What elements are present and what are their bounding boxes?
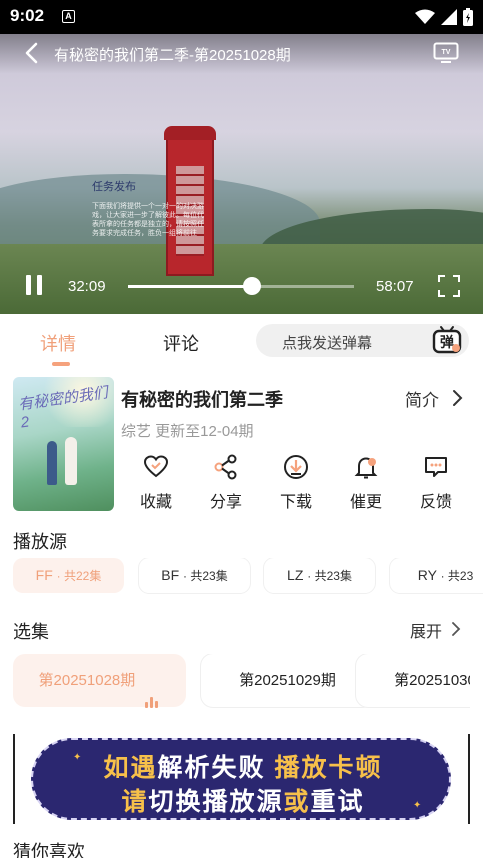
chevron-right-icon[interactable]	[451, 389, 463, 407]
banner-edge	[13, 734, 15, 824]
battery-icon	[463, 8, 473, 26]
favorite-label: 收藏	[139, 494, 172, 511]
source-section-title: 播放源	[13, 532, 67, 552]
pause-button[interactable]	[24, 275, 44, 297]
share-label: 分享	[209, 494, 242, 511]
video-overlay-heading: 任务发布	[92, 181, 136, 193]
source-chip-bf[interactable]: BF · 共23集	[139, 558, 250, 593]
tip-text: 切换播放源	[148, 788, 284, 816]
share-button[interactable]: 分享	[191, 454, 261, 512]
poster-figure	[65, 437, 77, 485]
video-player[interactable]: 任务发布 下面我们将提供一个一对一的对决游戏，让大家进一步了解彼此。每位代表所拿…	[0, 34, 483, 314]
recommend-title: 猜你喜欢	[13, 842, 85, 858]
source-count: · 共23集	[183, 569, 228, 583]
danmu-toggle-icon[interactable]: 弹	[432, 324, 462, 354]
player-top-bar: 有秘密的我们第二季-第20251028期 TV	[0, 34, 483, 74]
wifi-icon	[415, 9, 435, 24]
download-label: 下载	[279, 494, 312, 511]
source-chip-lz[interactable]: LZ · 共23集	[264, 558, 375, 593]
pause-icon	[26, 275, 31, 295]
feedback-button[interactable]: 反馈	[401, 454, 471, 512]
source-chip-ry[interactable]: RY · 共23	[390, 558, 483, 593]
share-icon	[214, 454, 237, 480]
tip-text: 如遇	[103, 754, 158, 782]
detail-panel: 详情 评论 点我发送弹幕 弹 有秘密的我们2 有秘密的我们第二季 简介 综艺 更…	[0, 314, 483, 858]
source-name: LZ	[287, 567, 304, 583]
episode-label: 第20251029期	[239, 672, 336, 689]
source-count: · 共22集	[56, 569, 102, 583]
banner-edge	[468, 734, 470, 824]
download-button[interactable]: 下载	[261, 454, 331, 512]
tip-banner-card: ✦ ✦ 如遇解析失败 播放卡顿 请切换播放源或重试	[31, 738, 451, 820]
episode-item[interactable]: 第20251030期	[356, 654, 470, 707]
source-name: RY	[417, 567, 437, 583]
expand-episodes-button[interactable]: 展开	[410, 618, 442, 642]
tip-text: 重试	[310, 788, 365, 816]
current-time: 32:09	[68, 278, 106, 295]
tip-line-1: 如遇解析失败 播放卡顿	[33, 748, 449, 784]
remind-update-button[interactable]: 催更	[331, 454, 401, 512]
episode-list: 第20251028期 第20251029期 第20251030期	[13, 654, 470, 709]
status-time: 9:02	[10, 6, 45, 25]
player-controls: 32:09 58:07	[0, 266, 483, 306]
progress-bar[interactable]	[128, 285, 354, 288]
tip-text: 请	[121, 788, 149, 816]
source-chip-ff[interactable]: FF · 共22集	[13, 558, 124, 593]
source-list: FF · 共22集 BF · 共23集 LZ · 共23集 RY · 共23	[13, 558, 483, 594]
intro-link[interactable]: 简介	[405, 386, 439, 411]
episode-item-active[interactable]: 第20251028期	[13, 654, 186, 708]
pause-icon	[37, 275, 42, 295]
show-meta: 综艺 更新至12-04期	[121, 423, 254, 440]
total-duration: 58:07	[376, 278, 414, 295]
tab-detail[interactable]: 详情	[40, 330, 76, 356]
player-title: 有秘密的我们第二季-第20251028期	[54, 47, 291, 64]
tip-text: 解析失败	[157, 754, 266, 782]
source-name: BF	[161, 567, 180, 583]
remind-update-label: 催更	[349, 494, 382, 511]
tab-bar: 详情 评论 点我发送弹幕 弹	[0, 314, 483, 370]
episode-item[interactable]: 第20251029期	[201, 654, 374, 707]
fullscreen-icon[interactable]	[438, 275, 460, 297]
tv-cast-icon[interactable]: TV	[433, 42, 459, 64]
source-name: FF	[35, 567, 53, 583]
danmu-icon-char: 弹	[440, 334, 454, 351]
poster-figure	[47, 441, 57, 485]
favorite-button[interactable]: 收藏	[121, 454, 191, 512]
tip-line-2: 请切换播放源或重试	[33, 782, 449, 818]
action-bar: 收藏 分享 下载 催更 反馈	[121, 454, 473, 514]
episode-label: 第20251028期	[38, 672, 136, 689]
episode-section-title: 选集	[13, 622, 49, 642]
signal-icon	[441, 9, 457, 25]
progress-fill	[128, 285, 253, 288]
feedback-label: 反馈	[419, 494, 452, 511]
svg-text:TV: TV	[442, 49, 451, 56]
back-arrow-icon[interactable]	[22, 41, 42, 65]
video-overlay-note: 下面我们将提供一个一对一的对决游戏，让大家进一步了解彼此。每位代表所拿的任务都是…	[92, 203, 204, 237]
system-icons	[415, 8, 473, 26]
show-poster[interactable]: 有秘密的我们2	[13, 377, 114, 511]
tab-active-indicator	[52, 362, 70, 366]
chevron-right-icon[interactable]	[451, 621, 461, 637]
episode-label: 第20251030期	[394, 672, 470, 689]
heart-check-icon	[143, 455, 169, 478]
feedback-icon	[425, 457, 447, 477]
notification-a-icon: A	[62, 10, 75, 23]
bell-icon	[354, 457, 378, 479]
download-icon	[284, 455, 308, 479]
source-count: · 共23集	[307, 569, 352, 583]
danmu-input[interactable]: 点我发送弹幕 弹	[256, 324, 469, 357]
tip-text: 或	[283, 788, 311, 816]
status-bar: 9:02 A	[0, 0, 483, 34]
playing-bars-icon	[145, 655, 160, 708]
source-count: · 共23	[440, 569, 474, 583]
danmu-placeholder: 点我发送弹幕	[282, 335, 373, 352]
show-name: 有秘密的我们第二季	[121, 390, 283, 410]
progress-thumb[interactable]	[243, 277, 262, 295]
tab-comment[interactable]: 评论	[163, 330, 199, 356]
tip-banner: ✦ ✦ 如遇解析失败 播放卡顿 请切换播放源或重试	[13, 734, 470, 826]
tip-text: 播放卡顿	[265, 754, 383, 782]
